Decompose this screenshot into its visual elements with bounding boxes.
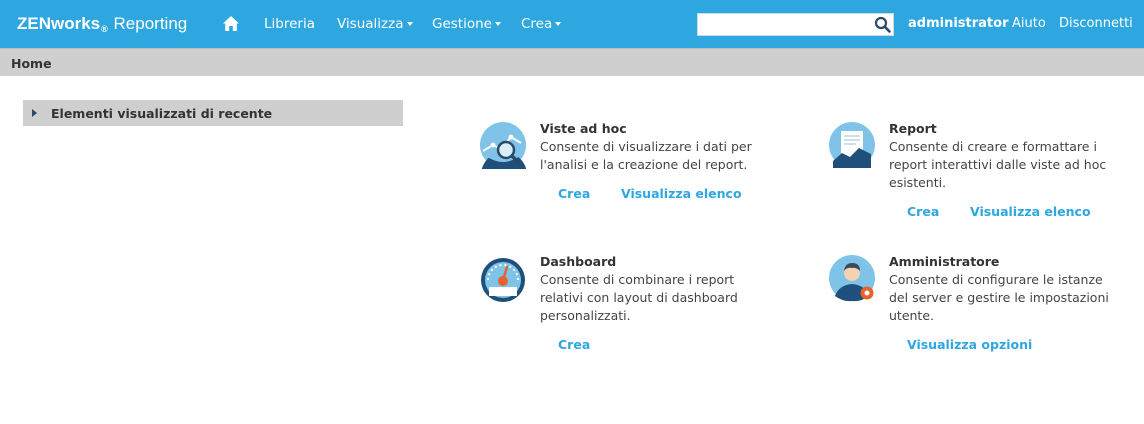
brand-name: ZENworks [17,14,101,33]
card-adhoc-description: Consente di visualizzare i dati per l'an… [540,139,752,172]
adhoc-view-icon [480,122,526,169]
administrator-user-icon [829,255,875,302]
card-administrator: Amministratore Consente di configurare l… [828,254,1128,358]
card-adhoc-title: Viste ad hoc [540,121,627,136]
nav-gestione-label: Gestione [432,16,492,32]
card-adhoc-views: Viste ad hoc Consente di visualizzare i … [479,121,779,211]
brand-registered-mark: ® [101,24,108,34]
nav-gestione[interactable]: Gestione [432,16,501,32]
card-report-title: Report [889,121,937,136]
search-input[interactable] [698,14,870,35]
dashboard-gauge-icon [481,258,525,302]
recent-items-header[interactable]: Elementi visualizzati di recente [23,100,403,126]
expand-arrow-icon [32,109,37,117]
card-administrator-title: Amministratore [889,254,1000,269]
adhoc-create-link[interactable]: Crea [558,186,590,201]
administrator-view-options-link[interactable]: Visualizza opzioni [907,337,1032,352]
current-user-name: administrator [908,16,1009,31]
card-administrator-description: Consente di configurare le istanze del s… [889,272,1109,323]
brand-logo[interactable]: ZENworks® Reporting [17,14,187,34]
breadcrumb-home: Home [11,56,52,71]
dashboard-create-link[interactable]: Crea [558,337,590,352]
nav-visualizza-label: Visualizza [337,16,404,32]
home-icon[interactable] [223,16,239,31]
search-icon[interactable] [874,16,891,33]
card-report: Report Consente di creare e formattare i… [828,121,1128,225]
chevron-down-icon [555,22,562,26]
card-dashboard-title: Dashboard [540,254,617,269]
nav-libreria[interactable]: Libreria [264,16,315,32]
brand-product: Reporting [113,14,188,33]
card-report-description: Consente di creare e formattare i report… [889,139,1107,190]
report-icon [829,122,875,168]
card-dashboard: Dashboard Consente di combinare i report… [479,254,779,358]
nav-visualizza[interactable]: Visualizza [337,16,413,32]
top-navigation-bar: ZENworks® Reporting Libreria Visualizza … [0,0,1144,48]
nav-crea[interactable]: Crea [521,16,562,32]
search-box [697,13,894,36]
report-create-link[interactable]: Crea [907,204,939,219]
report-view-list-link[interactable]: Visualizza elenco [970,204,1091,219]
chevron-down-icon [406,22,413,26]
help-link[interactable]: Aiuto [1012,16,1046,31]
card-dashboard-description: Consente di combinare i report relativi … [540,272,738,323]
logout-link[interactable]: Disconnetti [1059,16,1133,31]
adhoc-view-list-link[interactable]: Visualizza elenco [621,186,742,201]
chevron-down-icon [494,22,501,26]
nav-crea-label: Crea [521,16,553,32]
breadcrumb: Home [0,48,1144,76]
nav-libreria-label: Libreria [264,16,315,32]
recent-items-title: Elementi visualizzati di recente [51,106,273,121]
